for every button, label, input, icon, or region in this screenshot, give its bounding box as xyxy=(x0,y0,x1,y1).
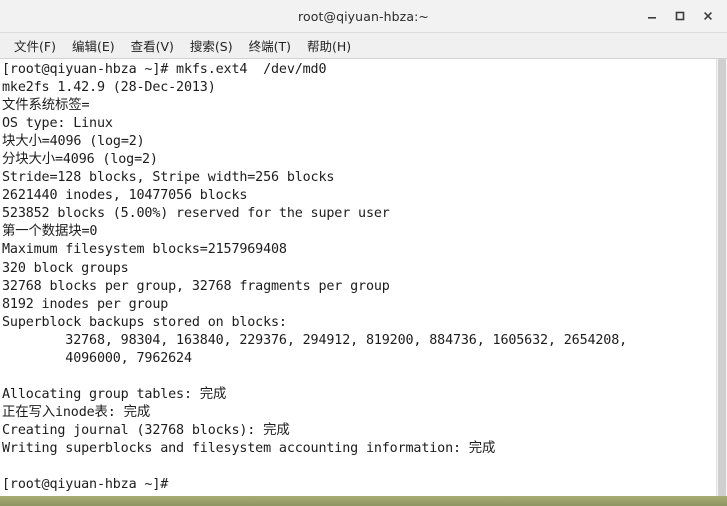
terminal-area: [root@qiyuan-hbza ~]# mkfs.ext4 /dev/md0… xyxy=(0,59,727,496)
desktop-background xyxy=(0,496,727,506)
title-bar[interactable]: root@qiyuan-hbza:~ xyxy=(0,0,727,33)
terminal-line: 32768, 98304, 163840, 229376, 294912, 81… xyxy=(2,332,628,348)
terminal-line: Writing superblocks and filesystem accou… xyxy=(2,440,496,456)
terminal-line: 块大小=4096 (log=2) xyxy=(2,134,145,150)
minimize-button[interactable] xyxy=(639,3,665,29)
terminal-line: 文件系统标签= xyxy=(2,98,90,114)
menu-item-edit[interactable]: 编辑(E) xyxy=(64,34,123,58)
terminal-line: Allocating group tables: 完成 xyxy=(2,386,227,402)
menu-item-file[interactable]: 文件(F) xyxy=(6,34,64,58)
terminal-line: mke2fs 1.42.9 (28-Dec-2013) xyxy=(2,80,216,96)
menu-bar: 文件(F) 编辑(E) 查看(V) 搜索(S) 终端(T) 帮助(H) xyxy=(0,33,727,59)
terminal-line: 2621440 inodes, 10477056 blocks xyxy=(2,188,248,204)
close-button[interactable] xyxy=(695,3,721,29)
terminal-line: Superblock backups stored on blocks: xyxy=(2,314,287,330)
terminal-line: 320 block groups xyxy=(2,260,129,276)
terminal-output[interactable]: [root@qiyuan-hbza ~]# mkfs.ext4 /dev/md0… xyxy=(0,59,716,496)
terminal-line: [root@qiyuan-hbza ~]# xyxy=(2,477,177,493)
terminal-line: 8192 inodes per group xyxy=(2,296,169,312)
terminal-line: OS type: Linux xyxy=(2,116,113,132)
terminal-line: Stride=128 blocks, Stripe width=256 bloc… xyxy=(2,170,335,186)
terminal-scrollbar[interactable] xyxy=(716,59,727,496)
terminal-line: 分块大小=4096 (log=2) xyxy=(2,152,158,168)
window-title: root@qiyuan-hbza:~ xyxy=(298,8,429,24)
terminal-line: Maximum filesystem blocks=2157969408 xyxy=(2,242,287,258)
menu-item-view[interactable]: 查看(V) xyxy=(123,34,182,58)
terminal-line: 523852 blocks (5.00%) reserved for the s… xyxy=(2,206,390,222)
menu-item-search[interactable]: 搜索(S) xyxy=(182,34,241,58)
terminal-line: Creating journal (32768 blocks): 完成 xyxy=(2,422,290,438)
menu-item-terminal[interactable]: 终端(T) xyxy=(241,34,299,58)
terminal-line: 第一个数据块=0 xyxy=(2,224,98,240)
terminal-line: 32768 blocks per group, 32768 fragments … xyxy=(2,278,390,294)
terminal-line: 正在写入inode表: 完成 xyxy=(2,404,151,420)
terminal-line: 4096000, 7962624 xyxy=(2,350,192,366)
maximize-button[interactable] xyxy=(667,3,693,29)
terminal-window: root@qiyuan-hbza:~ 文件(F) 编辑(E) 查看(V) 搜索(… xyxy=(0,0,727,496)
menu-item-help[interactable]: 帮助(H) xyxy=(299,34,359,58)
terminal-line: [root@qiyuan-hbza ~]# mkfs.ext4 /dev/md0 xyxy=(2,62,327,77)
scrollbar-thumb[interactable] xyxy=(718,59,726,496)
window-controls xyxy=(639,0,721,32)
